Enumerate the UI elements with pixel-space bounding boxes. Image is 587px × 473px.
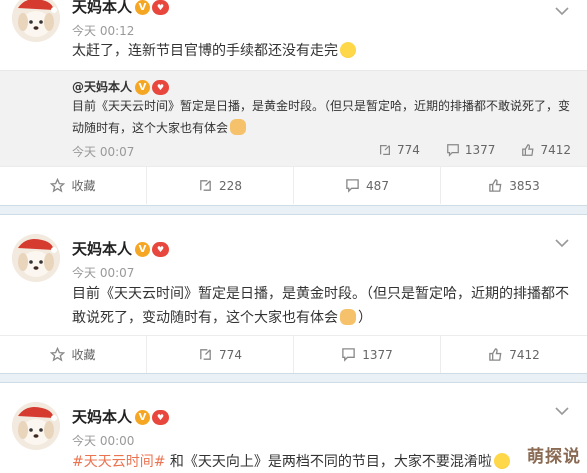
heart-badge-icon: ♥: [152, 410, 170, 425]
author-name[interactable]: 天妈本人 V ♥: [72, 240, 170, 258]
like-button[interactable]: 3853: [441, 167, 587, 204]
comment-icon: [447, 144, 459, 157]
quoted-like-button[interactable]: 7412: [521, 143, 571, 157]
post-text: 太赶了，连新节目官博的手续都还没有走完: [72, 39, 571, 63]
heart-badge-icon: ♥: [152, 80, 170, 95]
post-actions: 收藏 774 1377 7412: [0, 335, 587, 373]
thumbs-up-icon: [522, 144, 534, 156]
author-name[interactable]: 天妈本人 V ♥: [72, 0, 170, 16]
feed-divider: [0, 373, 587, 383]
avatar[interactable]: [12, 234, 60, 282]
chevron-down-icon[interactable]: [555, 238, 569, 248]
thumbs-up-icon: [489, 179, 502, 192]
post-card: 天妈本人 V ♥ 今天 00:12 太赶了，连新节目官博的手续都还没有走完 @天妈本…: [0, 0, 587, 205]
repost-icon: [380, 145, 390, 155]
repost-icon: [200, 180, 211, 191]
quoted-actions: 774 1377 7412: [378, 143, 571, 157]
verified-badge-icon: V: [135, 410, 151, 425]
post-card: 天妈本人 V ♥ 今天 00:07 目前《天天云时间》暂定是日播，是黄金时段。（但只…: [0, 216, 587, 373]
avatar[interactable]: [12, 402, 60, 450]
thumbs-up-icon: [489, 348, 502, 361]
repost-icon: [200, 349, 211, 360]
repost-button[interactable]: 774: [147, 336, 294, 373]
heart-badge-icon: ♥: [152, 242, 170, 257]
like-button[interactable]: 7412: [441, 336, 587, 373]
post-card: 天妈本人 V ♥ 今天 00:00 #天天云时间# 和《天天向上》是两档不同的节目，…: [0, 384, 587, 473]
repost-button[interactable]: 228: [147, 167, 294, 204]
post-actions: 收藏 228 487 3853: [0, 166, 587, 204]
quoted-post[interactable]: @天妈本人 V ♥ 目前《天天云时间》暂定是日播，是黄金时段。（但只是暂定哈，近期的…: [0, 70, 587, 166]
post-text: 目前《天天云时间》暂定是日播，是黄金时段。（但只是暂定哈，近期的排播都不敢说死了…: [72, 286, 569, 326]
weibo-feed: 天妈本人 V ♥ 今天 00:12 太赶了，连新节目官博的手续都还没有走完 @天妈本…: [0, 0, 587, 473]
favorite-button[interactable]: 收藏: [0, 336, 147, 373]
favorite-button[interactable]: 收藏: [0, 167, 147, 204]
star-icon: [50, 347, 66, 362]
quoted-text: 目前《天天云时间》暂定是日播，是黄金时段。（但只是暂定哈，近期的排播都不敢说死了…: [72, 99, 571, 135]
verified-badge-icon: V: [135, 80, 151, 95]
wink-emoji-icon: [493, 453, 510, 469]
watermark: 萌探说: [527, 447, 581, 467]
chevron-down-icon[interactable]: [555, 6, 569, 16]
feed-divider: [0, 205, 587, 215]
laugh-emoji-icon: [340, 42, 356, 58]
verified-badge-icon: V: [135, 0, 151, 15]
author-name[interactable]: 天妈本人 V ♥: [72, 408, 170, 426]
comment-icon: [346, 179, 359, 193]
post-time[interactable]: 今天 00:00: [72, 434, 134, 448]
quoted-time[interactable]: 今天 00:07: [72, 143, 134, 160]
chevron-down-icon[interactable]: [555, 406, 569, 416]
quoted-author[interactable]: @天妈本人 V ♥: [72, 78, 170, 95]
heart-badge-icon: ♥: [152, 0, 170, 15]
verified-badge-icon: V: [135, 242, 151, 257]
comment-icon: [342, 348, 355, 362]
post-text: #天天云时间# 和《天天向上》是两档不同的节目，大家不要混淆啦: [72, 450, 571, 473]
star-icon: [50, 178, 66, 193]
avatar[interactable]: [12, 0, 60, 42]
quoted-comment-button[interactable]: 1377: [446, 143, 495, 157]
quoted-repost-button[interactable]: 774: [378, 143, 420, 157]
post-time[interactable]: 今天 00:07: [72, 266, 134, 280]
comment-button[interactable]: 1377: [294, 336, 441, 373]
handshake-emoji-icon: [340, 309, 356, 325]
topic-link[interactable]: #天天云时间#: [72, 454, 165, 470]
handshake-emoji-icon: [230, 119, 247, 135]
comment-button[interactable]: 487: [294, 167, 441, 204]
post-time[interactable]: 今天 00:12: [72, 24, 134, 38]
